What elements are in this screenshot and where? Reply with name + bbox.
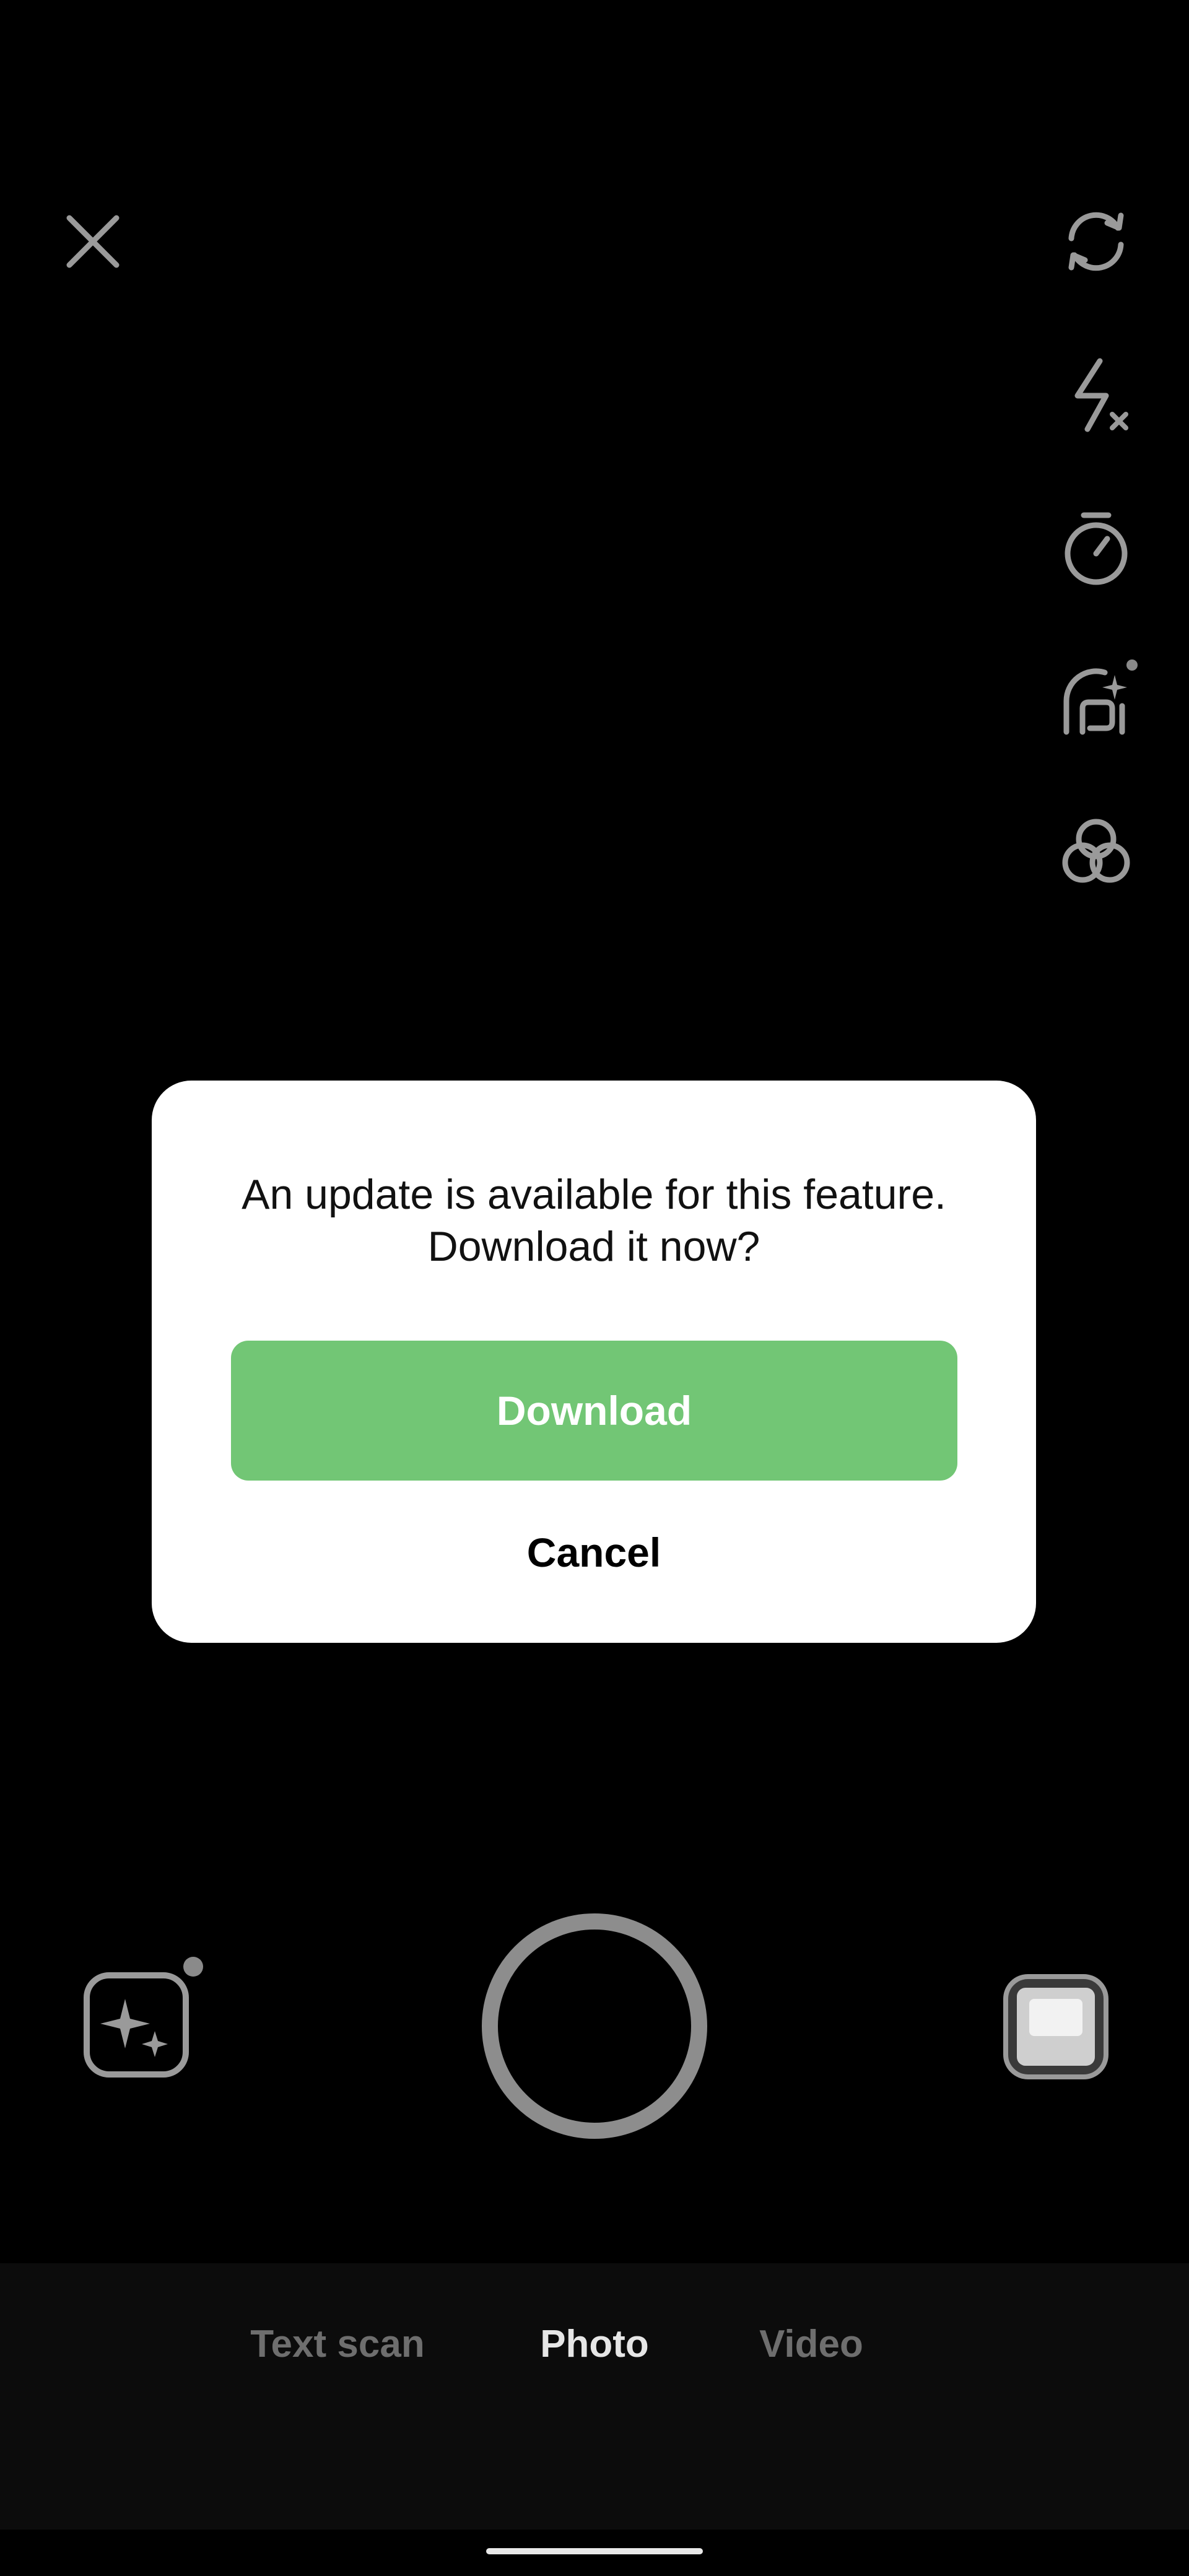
home-indicator[interactable]: [486, 2548, 703, 2554]
gallery-thumbnail: [1017, 1988, 1095, 2066]
flash-off-icon: [1074, 358, 1128, 432]
rotate-camera-button[interactable]: [1053, 198, 1139, 285]
dialog-message: An update is available for this feature.…: [242, 1171, 946, 1270]
mode-tab-text-scan[interactable]: Text scan: [229, 2313, 446, 2375]
mode-tab-video[interactable]: Video: [737, 2313, 886, 2375]
filters-icon: [1062, 819, 1130, 883]
close-icon: [66, 215, 120, 268]
update-dialog: An update is available for this feature.…: [152, 1081, 1036, 1643]
rotate-camera-icon: [1068, 212, 1124, 271]
flash-button[interactable]: [1053, 352, 1139, 438]
download-button[interactable]: Download: [231, 1341, 957, 1481]
notification-dot: [183, 1957, 203, 1977]
effects-button[interactable]: [81, 1969, 192, 2081]
timer-button[interactable]: [1053, 505, 1139, 591]
face-effects-button[interactable]: [1053, 658, 1139, 744]
sparkle-effects-icon: [84, 1972, 189, 2078]
cancel-button[interactable]: Cancel: [470, 1515, 718, 1590]
gallery-button[interactable]: [1003, 1974, 1108, 2079]
shutter-button[interactable]: [482, 1913, 707, 2139]
mode-bar: Text scan Photo Video: [0, 2263, 1189, 2530]
filters-button[interactable]: [1053, 808, 1139, 895]
camera-screen: An update is available for this feature.…: [0, 0, 1189, 2576]
close-button[interactable]: [50, 198, 136, 285]
mode-tab-photo[interactable]: Photo: [514, 2313, 675, 2375]
timer-icon: [1065, 512, 1128, 585]
face-effects-icon: [1063, 659, 1138, 735]
